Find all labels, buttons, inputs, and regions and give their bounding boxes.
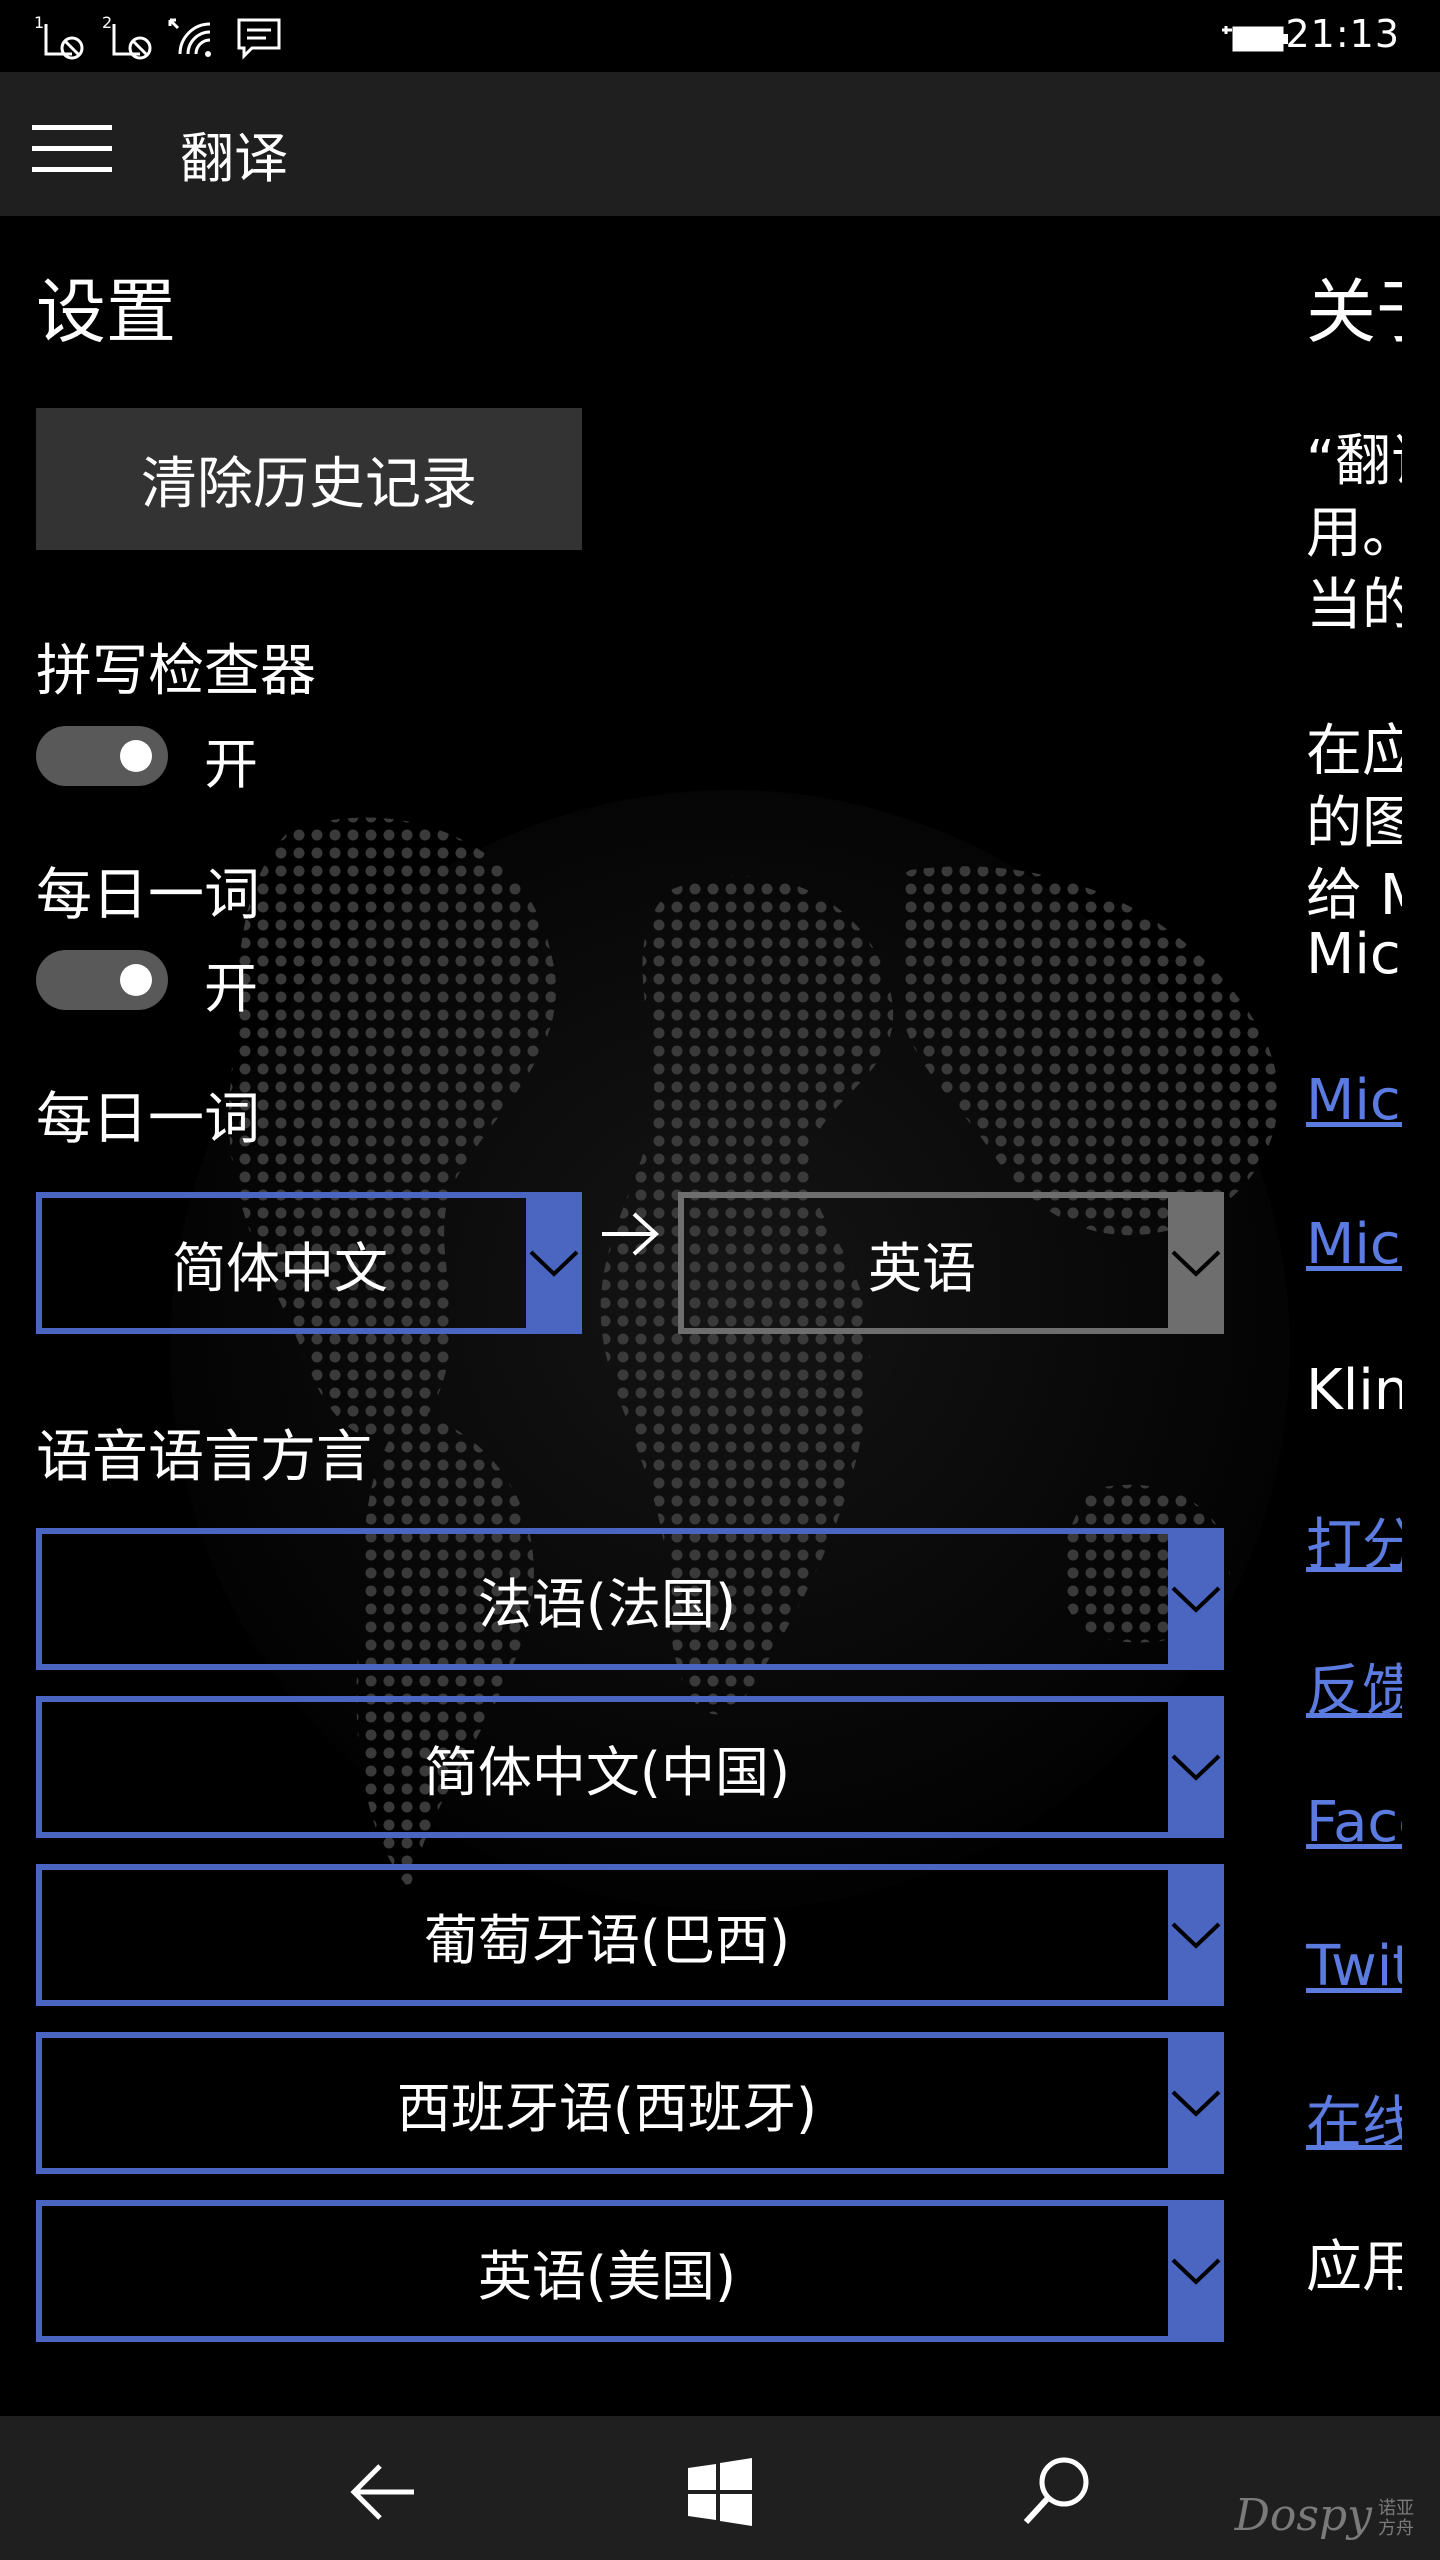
watermark-line2: 方舟	[1378, 2517, 1414, 2539]
about-panel: 关于 “翻译 用。 当的 在应 的图 给 M Micr Micr Micr Kl…	[1306, 216, 1402, 2416]
hamburger-icon[interactable]	[32, 125, 112, 172]
watermark-brand: Dospy	[1234, 2490, 1372, 2541]
about-text-line: 给 M	[1306, 863, 1402, 928]
dialect-select-chinese[interactable]: 简体中文(中国)	[36, 1696, 1224, 1838]
spell-checker-toggle[interactable]	[36, 726, 168, 786]
about-text-line: Micr	[1306, 922, 1402, 987]
app-title: 翻译	[180, 127, 288, 190]
battery-charging-icon	[1222, 26, 1288, 52]
about-text-line: 在应	[1306, 719, 1402, 784]
chevron-down-icon	[1168, 1696, 1224, 1838]
clear-history-button[interactable]: 清除历史记录	[36, 408, 582, 550]
about-text-line: 的图	[1306, 791, 1402, 856]
dialect-select-spanish[interactable]: 西班牙语(西班牙)	[36, 2032, 1224, 2174]
watermark-small: 诺亚 方舟	[1378, 2497, 1414, 2539]
chevron-down-icon	[1168, 1864, 1224, 2006]
nav-bar	[0, 2416, 1440, 2560]
arrow-right-icon	[602, 1212, 659, 1256]
dialect-value: 简体中文(中国)	[423, 1740, 791, 1804]
back-icon[interactable]	[344, 2452, 424, 2532]
chevron-down-icon	[1168, 2200, 1224, 2342]
about-text-line: 当的	[1306, 573, 1402, 638]
dialect-value: 法语(法国)	[477, 1572, 737, 1636]
dialect-value: 西班牙语(西班牙)	[396, 2076, 818, 2140]
word-of-day-lang-label: 每日一词	[36, 1087, 260, 1152]
to-language-value: 英语	[868, 1236, 976, 1300]
about-link[interactable]: Micr	[1306, 1212, 1402, 1277]
toggle-knob	[120, 740, 152, 772]
dialect-select-english[interactable]: 英语(美国)	[36, 2200, 1224, 2342]
spell-checker-state: 开	[204, 733, 258, 796]
about-credit: Kling	[1306, 1358, 1402, 1423]
dialect-select-french[interactable]: 法语(法国)	[36, 1528, 1224, 1670]
message-icon	[237, 18, 281, 60]
settings-title: 设置	[36, 271, 176, 353]
toggle-knob	[120, 964, 152, 996]
speech-dialect-label: 语音语言方言	[36, 1425, 372, 1490]
word-of-day-state: 开	[204, 957, 258, 1020]
chevron-down-icon	[1168, 1192, 1224, 1334]
spell-checker-label: 拼写检查器	[36, 639, 316, 704]
about-title: 关于	[1306, 271, 1402, 353]
app-bar: 翻译	[0, 72, 1440, 216]
rate-link[interactable]: 打分	[1306, 1500, 1402, 1581]
dialect-value: 英语(美国)	[477, 2244, 737, 2308]
about-footer: 应用	[1306, 2235, 1402, 2300]
online-link[interactable]: 在线	[1306, 2078, 1402, 2159]
sim1-number: 1	[34, 13, 44, 32]
chevron-down-icon	[526, 1192, 582, 1334]
settings-content: 设置 清除历史记录 拼写检查器 开 每日一词 开 每日一词 简体中文 英语 语音…	[0, 216, 1440, 2416]
dialect-select-portuguese[interactable]: 葡萄牙语(巴西)	[36, 1864, 1224, 2006]
twitter-link[interactable]: Twit	[1306, 1934, 1402, 1999]
from-language-value: 简体中文	[172, 1236, 388, 1300]
dialect-value: 葡萄牙语(巴西)	[423, 1908, 791, 1972]
chevron-down-icon	[1168, 1528, 1224, 1670]
wifi-icon	[168, 18, 211, 57]
sim1-no-signal-icon: 1	[34, 13, 84, 60]
about-text-line: “翻译	[1306, 429, 1402, 494]
chevron-down-icon	[1168, 2032, 1224, 2174]
word-of-day-to-select[interactable]: 英语	[678, 1192, 1224, 1334]
feedback-link[interactable]: 反馈	[1306, 1646, 1402, 1727]
word-of-day-from-select[interactable]: 简体中文	[36, 1192, 582, 1334]
sim2-no-signal-icon: 2	[102, 13, 152, 60]
status-time: 21:13	[1285, 12, 1400, 56]
facebook-link[interactable]: Face	[1306, 1790, 1402, 1855]
sim2-number: 2	[102, 13, 112, 32]
status-bar: 1 2 21:13	[0, 0, 1440, 72]
watermark-line1: 诺亚	[1378, 2497, 1414, 2519]
about-text-line: 用。	[1306, 501, 1402, 566]
search-icon[interactable]	[1016, 2452, 1096, 2532]
watermark-logo: Dospy 诺亚 方舟	[1235, 2490, 1414, 2541]
word-of-day-label: 每日一词	[36, 863, 260, 928]
about-link[interactable]: Micr	[1306, 1068, 1402, 1133]
word-of-day-toggle[interactable]	[36, 950, 168, 1010]
windows-start-icon[interactable]	[680, 2452, 760, 2532]
